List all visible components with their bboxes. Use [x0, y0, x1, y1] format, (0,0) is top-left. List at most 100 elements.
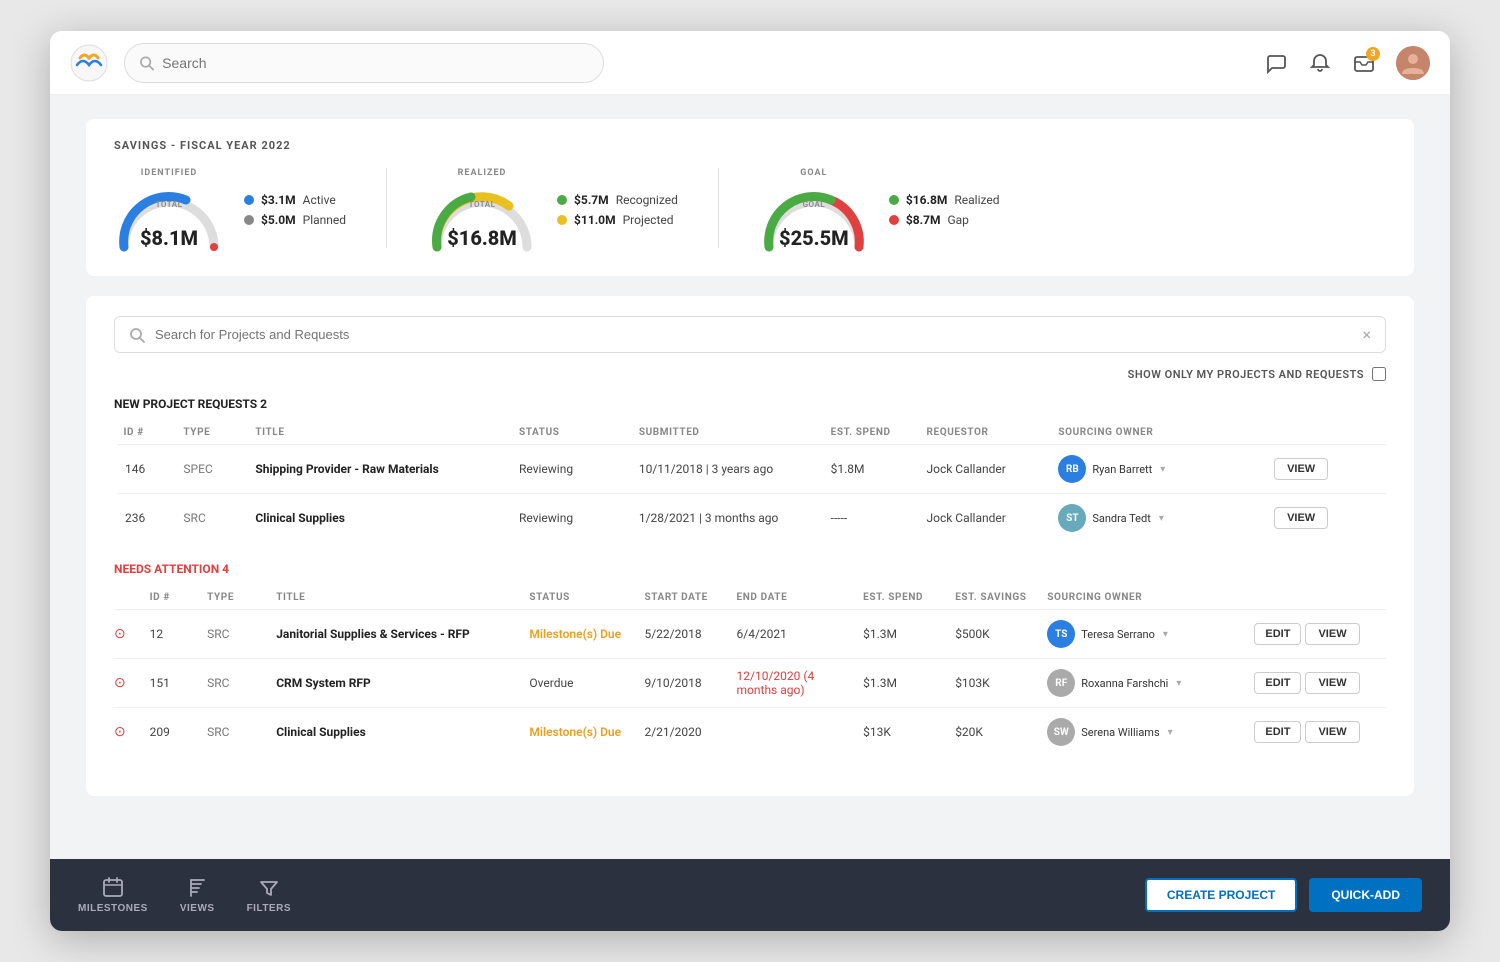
needs-attention-row: ⊙ 12 SRC Janitorial Supplies & Services …: [114, 610, 1386, 659]
global-search-bar[interactable]: [124, 43, 604, 83]
global-search-input[interactable]: [162, 55, 589, 71]
th-submitted: SUBMITTED: [631, 421, 823, 445]
goal-sub: GOAL: [803, 200, 826, 209]
nr-requestor: Jock Callander: [919, 494, 1051, 543]
na-start-date: 5/22/2018: [636, 610, 728, 659]
nr-status: Reviewing: [511, 494, 631, 543]
owner-name: Sandra Tedt: [1092, 512, 1150, 525]
edit-button[interactable]: EDIT: [1254, 672, 1301, 694]
project-search-icon: [129, 327, 145, 343]
workday-logo[interactable]: [70, 44, 108, 82]
legend-dot-projected: [557, 215, 567, 225]
realized-sub: TOTAL: [469, 200, 496, 209]
na-status: Milestone(s) Due: [521, 708, 636, 757]
realized-value: $16.8M: [447, 226, 517, 250]
project-search-input[interactable]: [155, 327, 1352, 342]
new-requests-header: NEW PROJECT REQUESTS 2: [114, 397, 1386, 411]
new-request-row: 236 SRC Clinical Supplies Reviewing 1/28…: [116, 494, 1387, 543]
view-button[interactable]: VIEW: [1305, 623, 1359, 645]
milestones-button[interactable]: MILESTONES: [78, 877, 148, 914]
create-project-button[interactable]: CREATE PROJECT: [1145, 878, 1297, 912]
view-button[interactable]: VIEW: [1274, 458, 1328, 480]
owner-dropdown-arrow[interactable]: ▾: [1160, 464, 1165, 475]
milestones-icon: [102, 877, 124, 899]
user-avatar[interactable]: [1396, 46, 1430, 80]
nr-actions: VIEW: [1266, 445, 1386, 494]
na-spend: $1.3M: [855, 659, 947, 708]
th-sourcing-owner: SOURCING OWNER: [1050, 421, 1266, 445]
nr-spend: -----: [823, 494, 919, 543]
th-alert: [114, 586, 142, 610]
show-only-row: SHOW ONLY MY PROJECTS AND REQUESTS: [114, 367, 1386, 381]
main-content: SAVINGS - FISCAL YEAR 2022 IDENTIFIED: [50, 95, 1450, 859]
bottom-actions: MILESTONES VIEWS FILTERS: [78, 877, 291, 914]
show-only-checkbox[interactable]: [1372, 367, 1386, 381]
nr-status: Reviewing: [511, 445, 631, 494]
identified-group: IDENTIFIED TOTAL $8.1M: [114, 168, 346, 252]
notification-icon[interactable]: [1308, 51, 1332, 75]
nr-actions: VIEW: [1266, 494, 1386, 543]
realized-label: REALIZED: [458, 168, 507, 178]
na-type: SRC: [199, 659, 268, 708]
na-owner-avatar: SW: [1047, 718, 1075, 746]
na-start-date: 2/21/2020: [636, 708, 728, 757]
legend-label-realized-goal: Realized: [954, 193, 999, 207]
th-title: TITLE: [247, 421, 511, 445]
savings-title: SAVINGS - FISCAL YEAR 2022: [114, 139, 1386, 152]
nr-title: Clinical Supplies: [247, 494, 511, 543]
project-search-bar[interactable]: ×: [114, 316, 1386, 353]
legend-value-planned: $5.0M: [261, 213, 296, 227]
na-actions: EDIT VIEW: [1246, 610, 1386, 659]
owner-dropdown-arrow[interactable]: ▾: [1159, 513, 1164, 524]
legend-value-realized-goal: $16.8M: [906, 193, 948, 207]
views-button[interactable]: VIEWS: [180, 877, 215, 914]
new-request-row: 146 SPEC Shipping Provider - Raw Materia…: [116, 445, 1387, 494]
identified-sub: TOTAL: [156, 200, 183, 209]
edit-button[interactable]: EDIT: [1254, 721, 1301, 743]
alert-icon: ⊙: [114, 675, 126, 691]
nr-sourcing-owner: RB Ryan Barrett ▾: [1050, 445, 1266, 494]
search-clear-button[interactable]: ×: [1362, 325, 1371, 344]
na-actions: EDIT VIEW: [1246, 659, 1386, 708]
edit-button[interactable]: EDIT: [1254, 623, 1301, 645]
milestones-label: MILESTONES: [78, 903, 148, 914]
na-id: 12: [142, 610, 200, 659]
legend-value-active: $3.1M: [261, 193, 296, 207]
search-icon: [139, 55, 154, 71]
realized-gauge: REALIZED TOTAL $16.8M: [427, 168, 537, 252]
filters-button[interactable]: FILTERS: [247, 877, 291, 914]
legend-value-projected: $11.0M: [574, 213, 616, 227]
na-title: Clinical Supplies: [268, 708, 521, 757]
legend-label-active: Active: [303, 193, 336, 207]
na-owner-dropdown[interactable]: ▾: [1163, 629, 1168, 640]
view-button[interactable]: VIEW: [1274, 507, 1328, 529]
chat-icon[interactable]: [1264, 51, 1288, 75]
legend-dot-gap: [889, 215, 899, 225]
view-button[interactable]: VIEW: [1305, 721, 1359, 743]
app-container: 3 SAVINGS - FISCAL YEAR 2022: [50, 31, 1450, 931]
view-button[interactable]: VIEW: [1305, 672, 1359, 694]
quick-add-button[interactable]: QUICK-ADD: [1309, 878, 1422, 912]
na-savings: $20K: [947, 708, 1039, 757]
na-savings: $500K: [947, 610, 1039, 659]
na-alert-cell: ⊙: [114, 659, 142, 708]
alert-icon: ⊙: [114, 626, 126, 642]
th-na-savings: EST. SAVINGS: [947, 586, 1039, 610]
projects-section: × SHOW ONLY MY PROJECTS AND REQUESTS NEW…: [86, 296, 1414, 796]
needs-attention-thead: ID # TYPE TITLE STATUS START DATE END DA…: [114, 586, 1386, 610]
th-type: TYPE: [175, 421, 247, 445]
na-end-date: [729, 708, 856, 757]
na-owner-dropdown[interactable]: ▾: [1176, 678, 1181, 689]
th-na-sourcing: SOURCING OWNER: [1039, 586, 1246, 610]
top-nav: 3: [50, 31, 1450, 95]
filters-icon: [258, 877, 280, 899]
goal-gauge: GOAL GOAL $25.5M: [759, 168, 869, 252]
th-na-actions: [1246, 586, 1386, 610]
nr-id: 146: [116, 445, 176, 494]
th-est-spend: EST. SPEND: [823, 421, 919, 445]
th-actions: [1266, 421, 1386, 445]
na-id: 151: [142, 659, 200, 708]
na-owner-dropdown[interactable]: ▾: [1168, 727, 1173, 738]
nr-requestor: Jock Callander: [919, 445, 1051, 494]
inbox-icon[interactable]: 3: [1352, 51, 1376, 75]
